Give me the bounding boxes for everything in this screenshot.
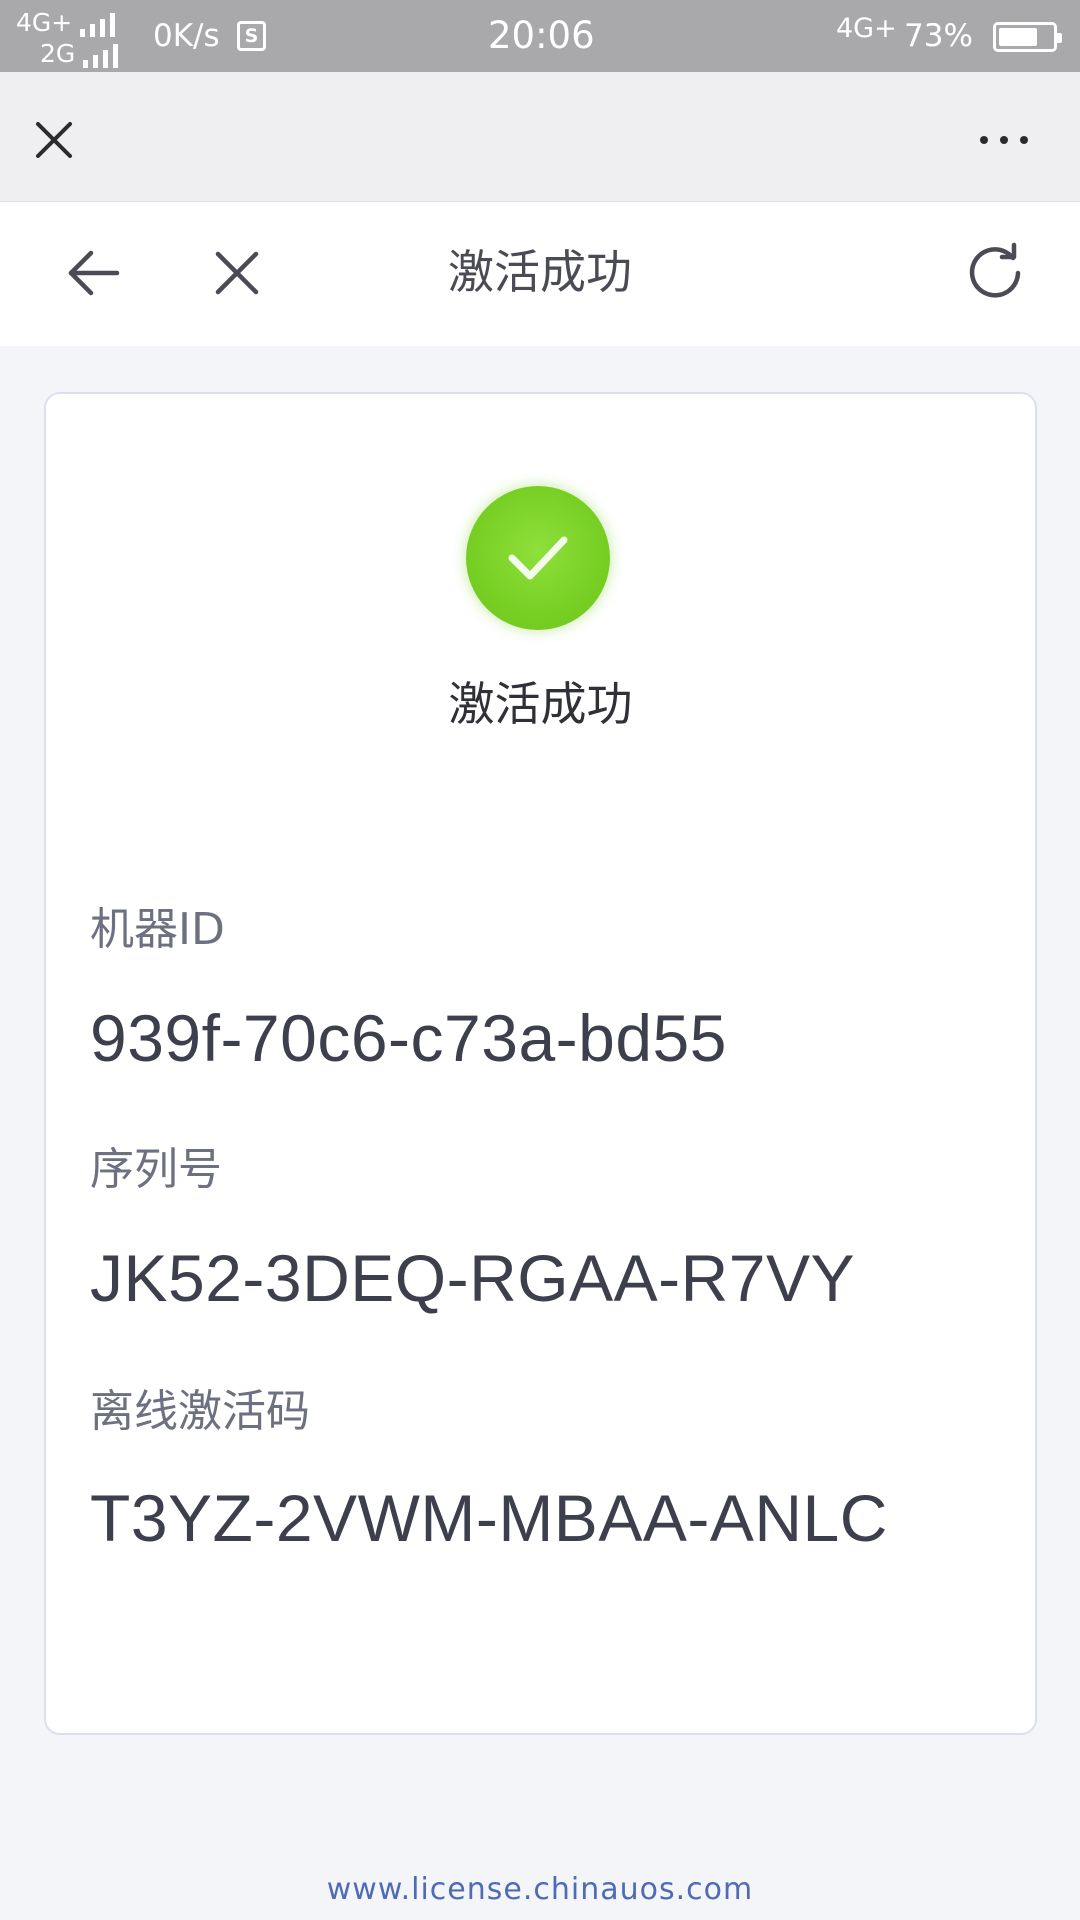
sim-icon: S — [237, 21, 266, 51]
machine-id-value: 939f-70c6-c73a-bd55 — [90, 1001, 727, 1075]
page-title: 激活成功 — [448, 245, 632, 299]
serial-number-label: 序列号 — [90, 1144, 222, 1195]
network-indicator: 4G+ 2G — [16, 6, 134, 68]
activation-result-card: 激活成功 机器ID 939f-70c6-c73a-bd55 序列号 JK52-3… — [44, 392, 1037, 1735]
more-icon[interactable] — [976, 130, 1032, 150]
network-type-primary: 4G+ — [16, 8, 73, 37]
network-speed: 0K/s — [153, 18, 220, 54]
signal-bars-icon — [83, 44, 123, 68]
serial-number-value: JK52-3DEQ-RGAA-R7VY — [90, 1241, 856, 1315]
close-page-button[interactable] — [200, 236, 274, 310]
offline-activation-code-value: T3YZ-2VWM-MBAA-ANLC — [90, 1481, 888, 1555]
battery-fill — [999, 28, 1037, 46]
close-icon — [215, 251, 259, 295]
refresh-icon — [969, 242, 1021, 298]
signal-bars-icon — [80, 13, 120, 37]
browser-top-bar — [0, 72, 1080, 202]
refresh-button[interactable] — [958, 236, 1032, 310]
arrow-left-icon — [68, 250, 120, 296]
network-type-secondary: 2G — [40, 39, 76, 68]
status-bar: 4G+ 2G 0K/s S 20:06 4G+ 73% — [0, 0, 1080, 72]
back-button[interactable] — [56, 236, 130, 310]
clock: 20:06 — [488, 14, 595, 57]
check-circle-icon — [466, 486, 610, 630]
battery-percent: 73% — [904, 18, 973, 54]
page-nav-bar: 激活成功 — [0, 202, 1080, 346]
footer-website-link[interactable]: www.license.chinauos.com — [0, 1870, 1080, 1910]
close-icon[interactable] — [30, 116, 78, 164]
success-message: 激活成功 — [448, 677, 633, 731]
battery-icon — [993, 22, 1062, 52]
machine-id-label: 机器ID — [90, 904, 225, 955]
network-type-right: 4G+ — [836, 13, 897, 44]
offline-activation-code-label: 离线激活码 — [90, 1386, 310, 1437]
